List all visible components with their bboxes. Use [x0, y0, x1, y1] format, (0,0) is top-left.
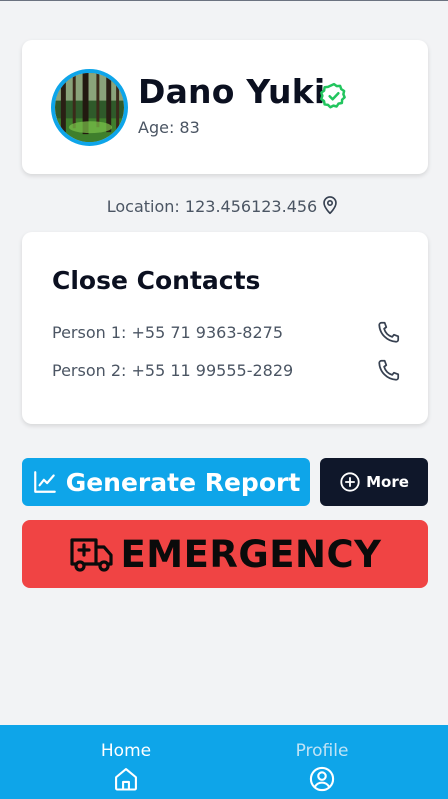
- nav-item-home[interactable]: Home: [14, 725, 238, 799]
- avatar-forest-image: [55, 73, 124, 142]
- generate-report-label: Generate Report: [65, 467, 301, 497]
- nav-item-profile[interactable]: Profile: [210, 725, 434, 799]
- more-button[interactable]: More: [320, 458, 428, 506]
- close-contacts-card: Close Contacts Person 1: +55 71 9363-827…: [22, 232, 428, 424]
- profile-age: Age: 83: [138, 118, 200, 137]
- location-row: Location: 123.456123.456: [0, 194, 448, 216]
- contact-text: Person 1: +55 71 9363-8275: [52, 323, 284, 342]
- emergency-label: EMERGENCY: [120, 532, 382, 576]
- check-badge-icon: [320, 82, 346, 109]
- nav-profile-label: Profile: [295, 741, 349, 761]
- map-pin-icon[interactable]: [319, 194, 341, 216]
- generate-report-button[interactable]: Generate Report: [22, 458, 310, 506]
- nav-home-label: Home: [100, 741, 152, 761]
- contact-item: Person 1: +55 71 9363-8275: [52, 319, 402, 347]
- emergency-button[interactable]: EMERGENCY: [22, 520, 428, 588]
- more-label: More: [366, 473, 409, 491]
- home-icon: [115, 768, 137, 791]
- ambulance-icon: [69, 538, 113, 572]
- bottom-nav: Home Profile: [0, 725, 448, 799]
- phone-icon[interactable]: [376, 319, 402, 345]
- close-contacts-title: Close Contacts: [52, 266, 261, 295]
- avatar[interactable]: [51, 69, 128, 146]
- line-chart-icon: [33, 471, 56, 493]
- phone-icon[interactable]: [376, 357, 402, 383]
- profile-name: Dano Yuki: [138, 72, 326, 111]
- contact-item: Person 2: +55 11 99555-2829: [52, 357, 402, 385]
- user-circle-icon: [309, 766, 335, 792]
- profile-card: Dano Yuki Age: 83: [22, 40, 428, 174]
- location-text: Location: 123.456123.456: [106, 197, 318, 216]
- contact-text: Person 2: +55 11 99555-2829: [52, 361, 294, 380]
- plus-circle-icon: [340, 472, 360, 492]
